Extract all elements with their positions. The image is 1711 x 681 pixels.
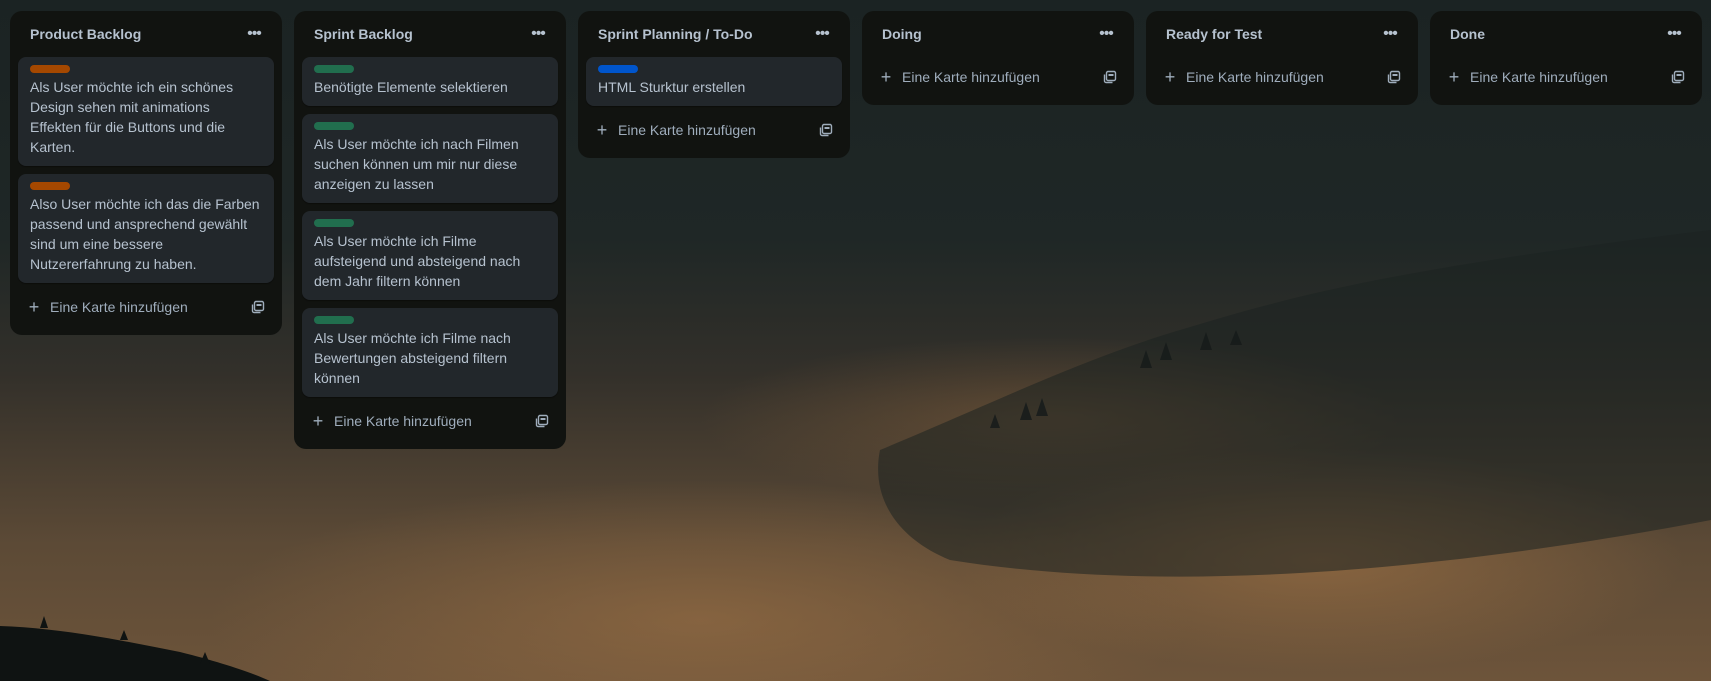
card-label[interactable]	[314, 122, 354, 130]
template-icon-glyph	[535, 414, 549, 428]
add-card-row: + Eine Karte hinzufügen	[18, 287, 274, 327]
add-card-button[interactable]: + Eine Karte hinzufügen	[1162, 68, 1324, 86]
card-title: Als User möchte ich Filme nach Bewertung…	[314, 330, 511, 386]
add-card-button[interactable]: + Eine Karte hinzufügen	[594, 121, 756, 139]
list-title[interactable]: Doing	[882, 26, 922, 42]
card[interactable]: Als User möchte ich Filme nach Bewertung…	[302, 308, 558, 397]
list-header[interactable]: Sprint Planning / To-Do •••	[586, 11, 842, 57]
ellipsis-icon[interactable]: •••	[1662, 22, 1686, 46]
card[interactable]: Als User möchte ich nach Filmen suchen k…	[302, 114, 558, 203]
card-title: Als User möchte ich ein schönes Design s…	[30, 79, 234, 155]
list-header[interactable]: Product Backlog •••	[18, 11, 274, 57]
card-title: HTML Sturktur erstellen	[598, 79, 746, 95]
card-template-icon[interactable]	[534, 413, 550, 429]
list-header[interactable]: Ready for Test •••	[1154, 11, 1410, 57]
card-template-icon[interactable]	[1102, 69, 1118, 85]
plus-icon: +	[28, 297, 40, 317]
add-card-button[interactable]: + Eine Karte hinzufügen	[310, 412, 472, 430]
ellipsis-icon[interactable]: •••	[242, 22, 266, 46]
add-card-row: + Eine Karte hinzufügen	[1438, 57, 1694, 97]
add-card-row: + Eine Karte hinzufügen	[586, 110, 842, 150]
add-card-button[interactable]: + Eine Karte hinzufügen	[26, 298, 188, 316]
ellipsis-icon[interactable]: •••	[1094, 22, 1118, 46]
card-label[interactable]	[314, 219, 354, 227]
card-template-icon[interactable]	[1670, 69, 1686, 85]
list-column-2: Sprint Planning / To-Do ••• HTML Sturktu…	[578, 11, 850, 158]
card-list: Als User möchte ich ein schönes Design s…	[18, 57, 274, 283]
ellipsis-icon[interactable]: •••	[1378, 22, 1402, 46]
list-title[interactable]: Product Backlog	[30, 26, 141, 42]
list-title[interactable]: Sprint Planning / To-Do	[598, 26, 753, 42]
list-title[interactable]: Ready for Test	[1166, 26, 1262, 42]
plus-icon: +	[596, 120, 608, 140]
list-column-1: Sprint Backlog ••• Benötigte Elemente se…	[294, 11, 566, 449]
board: Product Backlog ••• Als User möchte ich …	[10, 11, 1702, 449]
card-list: Benötigte Elemente selektieren Als User …	[302, 57, 558, 397]
card-label[interactable]	[314, 65, 354, 73]
list-header[interactable]: Sprint Backlog •••	[302, 11, 558, 57]
plus-icon: +	[880, 67, 892, 87]
list-column-5: Done ••• + Eine Karte hinzufügen	[1430, 11, 1702, 105]
list-title[interactable]: Done	[1450, 26, 1485, 42]
card-label[interactable]	[598, 65, 638, 73]
card[interactable]: HTML Sturktur erstellen	[586, 57, 842, 106]
ellipsis-icon[interactable]: •••	[526, 22, 550, 46]
template-icon-glyph	[1387, 70, 1401, 84]
list-header[interactable]: Done •••	[1438, 11, 1694, 57]
plus-icon: +	[1448, 67, 1460, 87]
card-label[interactable]	[30, 182, 70, 190]
add-card-row: + Eine Karte hinzufügen	[870, 57, 1126, 97]
card[interactable]: Als User möchte ich Filme aufsteigend un…	[302, 211, 558, 300]
list-column-3: Doing ••• + Eine Karte hinzufügen	[862, 11, 1134, 105]
card-template-icon[interactable]	[818, 122, 834, 138]
ellipsis-icon[interactable]: •••	[810, 22, 834, 46]
add-card-label: Eine Karte hinzufügen	[618, 122, 756, 138]
plus-icon: +	[312, 411, 324, 431]
list-column-0: Product Backlog ••• Als User möchte ich …	[10, 11, 282, 335]
card[interactable]: Benötigte Elemente selektieren	[302, 57, 558, 106]
add-card-row: + Eine Karte hinzufügen	[302, 401, 558, 441]
card-title: Benötigte Elemente selektieren	[314, 79, 508, 95]
add-card-button[interactable]: + Eine Karte hinzufügen	[1446, 68, 1608, 86]
card-list: HTML Sturktur erstellen	[586, 57, 842, 106]
card[interactable]: Also User möchte ich das die Farben pass…	[18, 174, 274, 283]
list-column-4: Ready for Test ••• + Eine Karte hinzufüg…	[1146, 11, 1418, 105]
add-card-label: Eine Karte hinzufügen	[1470, 69, 1608, 85]
template-icon-glyph	[1103, 70, 1117, 84]
template-icon-glyph	[819, 123, 833, 137]
add-card-label: Eine Karte hinzufügen	[50, 299, 188, 315]
add-card-button[interactable]: + Eine Karte hinzufügen	[878, 68, 1040, 86]
template-icon-glyph	[1671, 70, 1685, 84]
add-card-label: Eine Karte hinzufügen	[902, 69, 1040, 85]
plus-icon: +	[1164, 67, 1176, 87]
card-template-icon[interactable]	[250, 299, 266, 315]
card-label[interactable]	[30, 65, 70, 73]
card-title: Als User möchte ich Filme aufsteigend un…	[314, 233, 521, 289]
list-header[interactable]: Doing •••	[870, 11, 1126, 57]
card-template-icon[interactable]	[1386, 69, 1402, 85]
card-title: Als User möchte ich nach Filmen suchen k…	[314, 136, 519, 192]
template-icon-glyph	[251, 300, 265, 314]
add-card-label: Eine Karte hinzufügen	[1186, 69, 1324, 85]
list-title[interactable]: Sprint Backlog	[314, 26, 413, 42]
card[interactable]: Als User möchte ich ein schönes Design s…	[18, 57, 274, 166]
add-card-row: + Eine Karte hinzufügen	[1154, 57, 1410, 97]
card-title: Also User möchte ich das die Farben pass…	[30, 196, 260, 272]
add-card-label: Eine Karte hinzufügen	[334, 413, 472, 429]
card-label[interactable]	[314, 316, 354, 324]
